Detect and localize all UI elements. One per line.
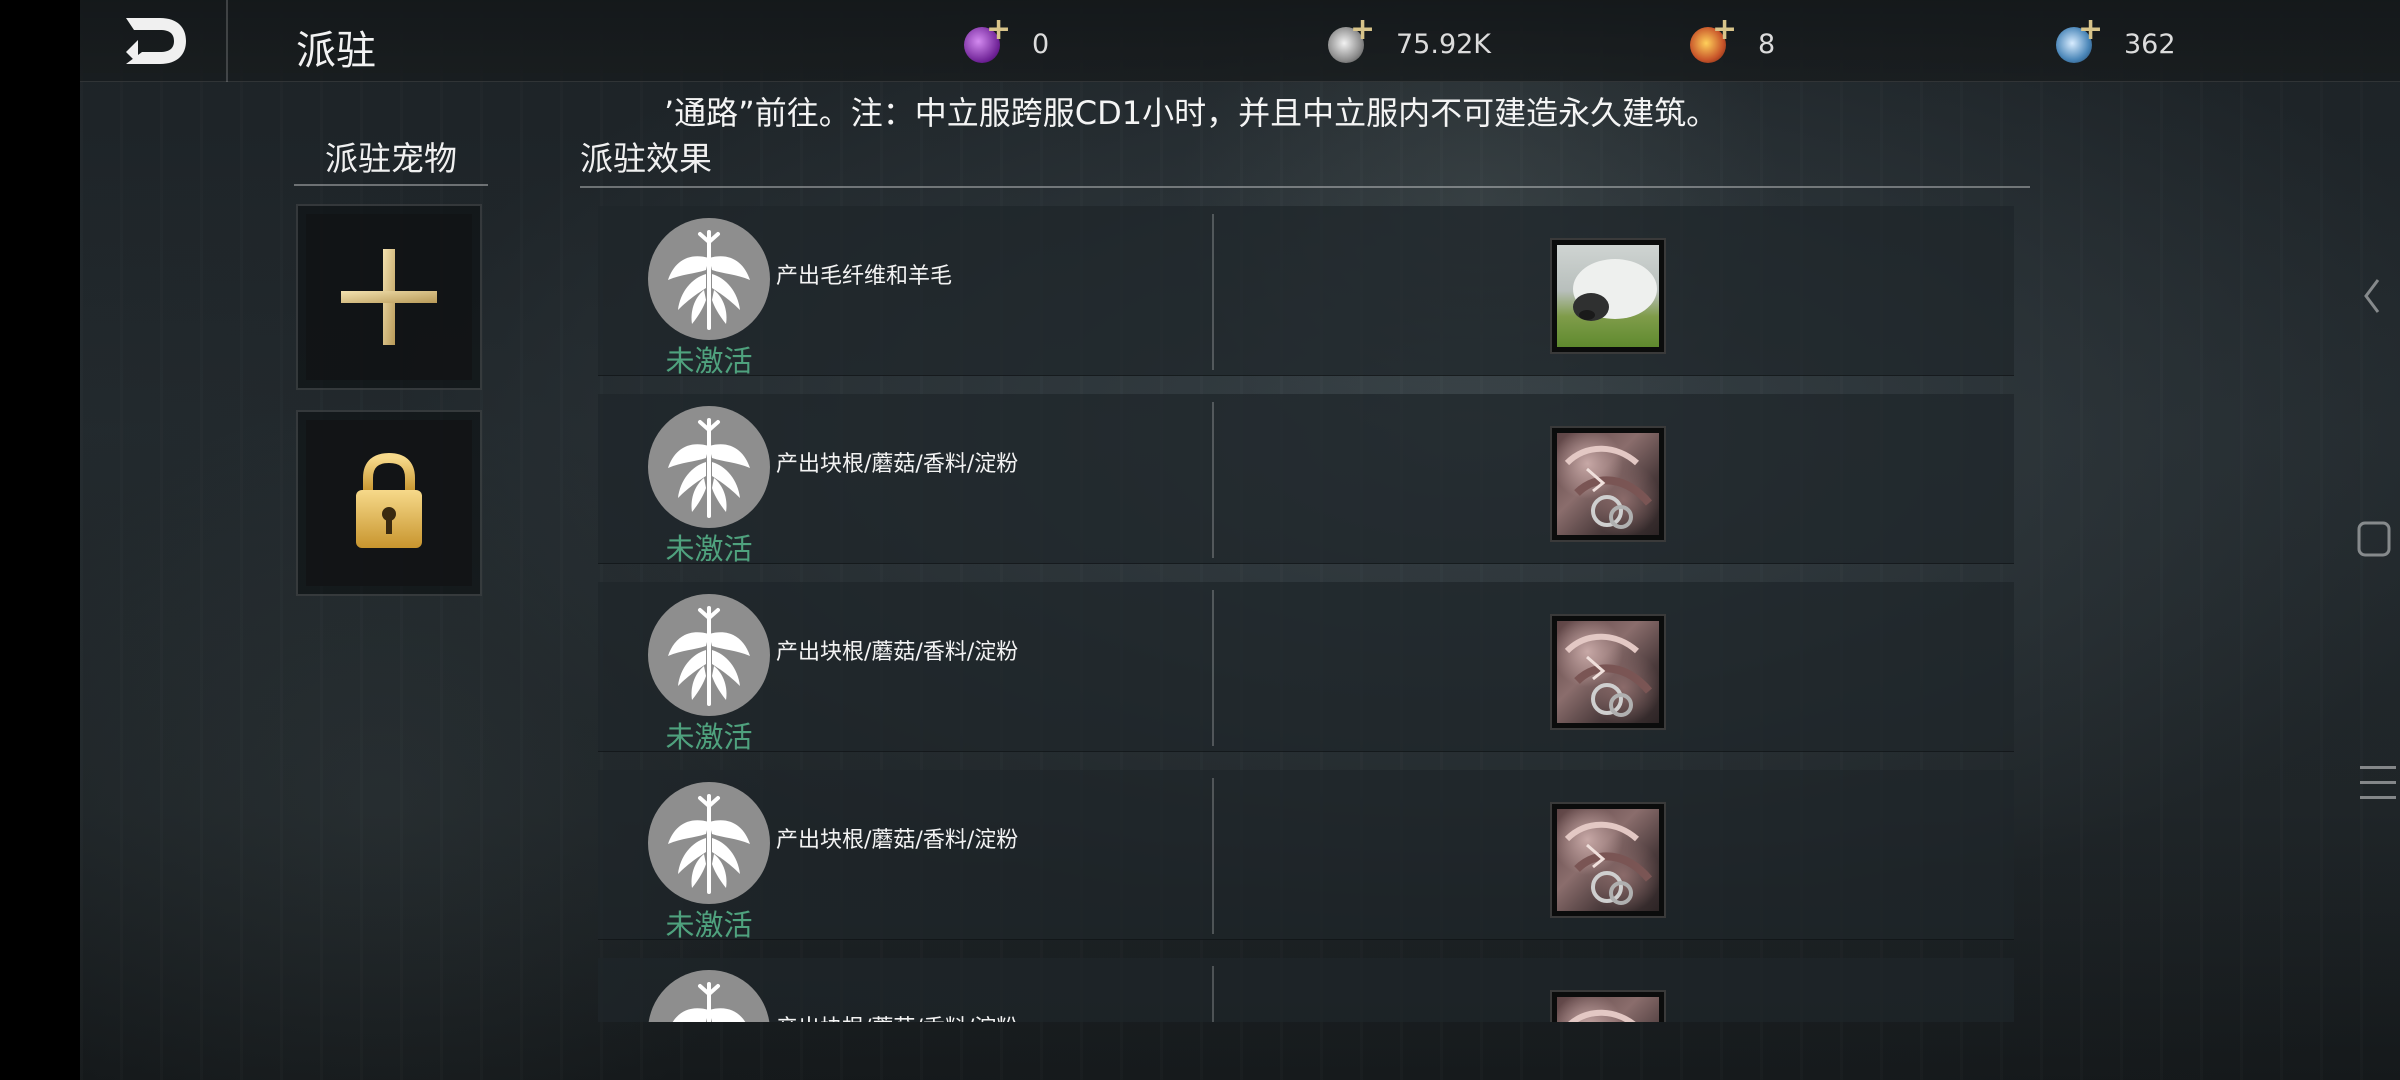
dragon-pet-image — [1557, 997, 1659, 1022]
pet-thumbnail[interactable] — [1550, 426, 1666, 542]
status-inactive: 未激活 — [665, 720, 753, 754]
effect-description: 产出块根/蘑菇/香料/淀粉 — [776, 452, 1019, 477]
status-inactive: 未激活 — [665, 908, 753, 942]
currency-value: 0 — [1032, 28, 1050, 60]
top-bar: 派驻 + 0 + 75.92K + 8 + 362 — [80, 0, 2400, 82]
status-inactive: 未激活 — [665, 532, 753, 566]
pet-thumbnail[interactable] — [1550, 802, 1666, 918]
currency-value: 75.92K — [1396, 28, 1492, 60]
pets-header: 派驻宠物 — [325, 139, 457, 178]
effect-description: 产出块根/蘑菇/香料/淀粉 — [776, 640, 1019, 665]
effects-list[interactable]: 未激活 产出毛纤维和羊毛 未激活 产出块根/蘑菇/香料/淀粉 未激活 产出块根/… — [598, 206, 2014, 1022]
nav-home-square-icon[interactable] — [2356, 520, 2392, 558]
currency-purple: + 0 — [964, 15, 1050, 66]
effects-header-divider — [580, 186, 2030, 188]
game-screen: 派驻 + 0 + 75.92K + 8 + 362 ’通路”前往。注：中立服跨服… — [80, 0, 2400, 1080]
add-blue-gem-button[interactable]: + — [2056, 15, 2103, 63]
add-orange-gem-button[interactable]: + — [1690, 15, 1737, 63]
effect-row: 未激活 产出毛纤维和羊毛 — [598, 206, 2014, 378]
currency-orange: + 8 — [1690, 15, 1776, 66]
slot-inner — [306, 214, 472, 380]
sheep-pet-image — [1557, 245, 1659, 347]
top-divider — [226, 0, 228, 82]
currency-value: 362 — [2124, 28, 2176, 60]
plus-icon: + — [2078, 12, 2104, 47]
add-silver-coin-button[interactable]: + — [1328, 15, 1375, 63]
nav-menu-icon[interactable] — [2358, 762, 2398, 804]
currency-silver: + 75.92K — [1328, 15, 1492, 66]
back-arrow-icon — [126, 18, 186, 64]
bamboo-badge-icon — [648, 782, 770, 904]
status-inactive: 未激活 — [665, 344, 753, 378]
slot-inner — [306, 420, 472, 586]
lock-icon — [356, 452, 422, 548]
pet-thumbnail[interactable] — [1550, 990, 1666, 1022]
plus-icon: + — [986, 12, 1012, 47]
row-divider — [1212, 590, 1214, 746]
currency-value: 8 — [1758, 28, 1776, 60]
notice-text: ’通路”前往。注：中立服跨服CD1小时，并且中立服内不可建造永久建筑。 — [664, 94, 1719, 132]
pets-header-divider — [294, 184, 488, 186]
effect-description: 产出块根/蘑菇/香料/淀粉 — [776, 1010, 1018, 1022]
currency-blue: + 362 — [2056, 15, 2176, 66]
plus-icon: + — [1712, 12, 1738, 47]
effect-row: 未激活 产出块根/蘑菇/香料/淀粉 — [598, 770, 2014, 942]
page-title: 派驻 — [296, 28, 376, 74]
dragon-pet-image — [1557, 621, 1659, 723]
row-divider — [1212, 966, 1214, 1022]
plus-icon: + — [1350, 12, 1376, 47]
bamboo-badge-icon — [648, 406, 770, 528]
locked-pet-slot — [296, 410, 482, 596]
nav-back-chevron-icon[interactable] — [2360, 276, 2384, 316]
row-divider — [1212, 402, 1214, 558]
effect-description: 产出毛纤维和羊毛 — [776, 264, 953, 289]
bamboo-badge-icon — [648, 970, 770, 1022]
add-pet-slot[interactable] — [296, 204, 482, 390]
row-divider — [1212, 778, 1214, 934]
pet-thumbnail[interactable] — [1550, 238, 1666, 354]
effect-row: 未激活 产出块根/蘑菇/香料/淀粉 — [598, 394, 2014, 566]
dragon-pet-image — [1557, 433, 1659, 535]
add-purple-gem-button[interactable]: + — [964, 15, 1011, 63]
plus-icon — [341, 249, 437, 345]
back-button[interactable] — [120, 12, 192, 70]
row-divider — [1212, 214, 1214, 370]
dragon-pet-image — [1557, 809, 1659, 911]
bamboo-badge-icon — [648, 594, 770, 716]
effect-description: 产出块根/蘑菇/香料/淀粉 — [776, 828, 1019, 853]
pet-thumbnail[interactable] — [1550, 614, 1666, 730]
bamboo-badge-icon — [648, 218, 770, 340]
effects-header: 派驻效果 — [580, 139, 712, 178]
effect-row: 未激活 产出块根/蘑菇/香料/淀粉 — [598, 958, 2014, 1022]
effect-row: 未激活 产出块根/蘑菇/香料/淀粉 — [598, 582, 2014, 754]
